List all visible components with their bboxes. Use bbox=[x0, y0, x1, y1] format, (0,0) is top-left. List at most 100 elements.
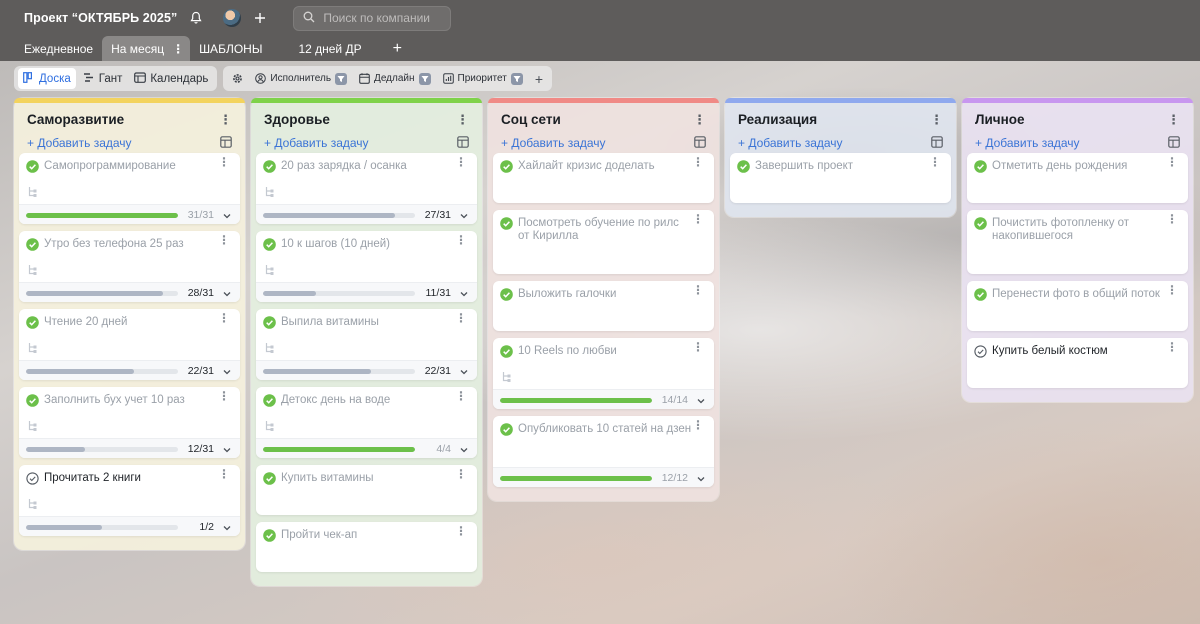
project-title[interactable]: Проект “ОКТЯБРЬ 2025” bbox=[24, 11, 177, 25]
completed-check-icon[interactable] bbox=[500, 160, 513, 173]
view-board[interactable]: Доска bbox=[18, 68, 76, 89]
task-card[interactable]: Купить витамины ⋮ bbox=[256, 465, 477, 515]
column-menu-icon[interactable]: ⋮ bbox=[456, 113, 469, 126]
completed-check-icon[interactable] bbox=[26, 316, 39, 329]
add-task-button[interactable]: + Добавить задачу bbox=[501, 136, 606, 150]
task-card[interactable]: Хайлайт кризис доделать ⋮ bbox=[493, 153, 714, 203]
tab-daily[interactable]: Ежедневное bbox=[15, 36, 102, 61]
task-menu-icon[interactable]: ⋮ bbox=[455, 525, 467, 537]
task-card[interactable]: 10 Reels по любви ⋮ 14/14 bbox=[493, 338, 714, 409]
completed-check-icon[interactable] bbox=[500, 345, 513, 358]
task-menu-icon[interactable]: ⋮ bbox=[455, 468, 467, 480]
task-menu-icon[interactable]: ⋮ bbox=[455, 156, 467, 168]
task-card[interactable]: Перенести фото в общий поток ⋮ bbox=[967, 281, 1188, 331]
completed-check-icon[interactable] bbox=[263, 238, 276, 251]
task-menu-icon[interactable]: ⋮ bbox=[218, 156, 230, 168]
column-title[interactable]: Личное bbox=[975, 112, 1180, 127]
filter-priority[interactable]: Приоритет bbox=[438, 68, 528, 89]
task-card[interactable]: Чтение 20 дней ⋮ 22/31 bbox=[19, 309, 240, 380]
task-card[interactable]: 10 к шагов (10 дней) ⋮ 11/31 bbox=[256, 231, 477, 302]
task-menu-icon[interactable]: ⋮ bbox=[1166, 156, 1178, 168]
task-menu-icon[interactable]: ⋮ bbox=[692, 419, 704, 431]
tab-menu-icon[interactable]: ⋮ bbox=[172, 42, 184, 56]
task-menu-icon[interactable]: ⋮ bbox=[692, 284, 704, 296]
task-card[interactable]: Почистить фотопленку от накопившегося ⋮ bbox=[967, 210, 1188, 274]
task-menu-icon[interactable]: ⋮ bbox=[455, 390, 467, 402]
template-icon[interactable] bbox=[694, 136, 706, 148]
task-card[interactable]: Утро без телефона 25 раз ⋮ 28/31 bbox=[19, 231, 240, 302]
completed-check-icon[interactable] bbox=[263, 472, 276, 485]
completed-check-icon[interactable] bbox=[974, 160, 987, 173]
task-menu-icon[interactable]: ⋮ bbox=[455, 234, 467, 246]
task-card[interactable]: Посмотреть обучение по рилс от Кирилла ⋮ bbox=[493, 210, 714, 274]
chevron-down-icon[interactable] bbox=[222, 288, 232, 298]
column-title[interactable]: Реализация bbox=[738, 112, 943, 127]
chevron-down-icon[interactable] bbox=[459, 288, 469, 298]
task-card[interactable]: Заполнить бух учет 10 раз ⋮ 12/31 bbox=[19, 387, 240, 458]
filter-assignee[interactable]: Исполнитель bbox=[250, 68, 352, 89]
template-icon[interactable] bbox=[457, 136, 469, 148]
completed-check-icon[interactable] bbox=[500, 288, 513, 301]
task-card[interactable]: Пройти чек-ап ⋮ bbox=[256, 522, 477, 572]
task-card[interactable]: Купить белый костюм ⋮ bbox=[967, 338, 1188, 388]
chevron-down-icon[interactable] bbox=[696, 473, 706, 483]
chevron-down-icon[interactable] bbox=[222, 366, 232, 376]
completed-check-icon[interactable] bbox=[974, 217, 987, 230]
task-menu-icon[interactable]: ⋮ bbox=[1166, 341, 1178, 353]
column-title[interactable]: Здоровье bbox=[264, 112, 469, 127]
completed-check-icon[interactable] bbox=[500, 217, 513, 230]
tab-monthly[interactable]: На месяц ⋮ bbox=[102, 36, 191, 61]
chevron-down-icon[interactable] bbox=[222, 210, 232, 220]
completed-check-icon[interactable] bbox=[737, 160, 750, 173]
task-menu-icon[interactable]: ⋮ bbox=[692, 341, 704, 353]
search-input[interactable] bbox=[323, 11, 444, 25]
task-card[interactable]: Прочитать 2 книги ⋮ 1/2 bbox=[19, 465, 240, 536]
task-menu-icon[interactable]: ⋮ bbox=[218, 234, 230, 246]
task-menu-icon[interactable]: ⋮ bbox=[455, 312, 467, 324]
completed-check-icon[interactable] bbox=[263, 316, 276, 329]
avatar[interactable] bbox=[223, 9, 242, 27]
completed-check-icon[interactable] bbox=[263, 529, 276, 542]
task-menu-icon[interactable]: ⋮ bbox=[692, 213, 704, 225]
task-menu-icon[interactable]: ⋮ bbox=[218, 390, 230, 402]
task-card[interactable]: Завершить проект ⋮ bbox=[730, 153, 951, 203]
board-settings-button[interactable] bbox=[227, 68, 248, 89]
add-task-button[interactable]: + Добавить задачу bbox=[738, 136, 843, 150]
chevron-down-icon[interactable] bbox=[222, 444, 232, 454]
task-menu-icon[interactable]: ⋮ bbox=[218, 468, 230, 480]
add-tab-plus-icon[interactable]: + bbox=[393, 36, 402, 61]
task-menu-icon[interactable]: ⋮ bbox=[1166, 213, 1178, 225]
add-task-button[interactable]: + Добавить задачу bbox=[975, 136, 1080, 150]
completed-check-icon[interactable] bbox=[974, 288, 987, 301]
column-title[interactable]: Саморазвитие bbox=[27, 112, 232, 127]
task-card[interactable]: Выпила витамины ⋮ 22/31 bbox=[256, 309, 477, 380]
view-calendar[interactable]: Календарь bbox=[129, 68, 213, 89]
add-member-plus-icon[interactable] bbox=[253, 11, 267, 25]
bell-icon[interactable] bbox=[189, 11, 203, 25]
task-menu-icon[interactable]: ⋮ bbox=[218, 312, 230, 324]
template-icon[interactable] bbox=[931, 136, 943, 148]
view-gantt[interactable]: Гант bbox=[78, 68, 128, 89]
task-card[interactable]: Опубликовать 10 статей на дзен ⋮ 12/12 bbox=[493, 416, 714, 487]
tab-12-days[interactable]: 12 дней ДР bbox=[289, 36, 370, 61]
task-menu-icon[interactable]: ⋮ bbox=[692, 156, 704, 168]
chevron-down-icon[interactable] bbox=[222, 522, 232, 532]
add-task-button[interactable]: + Добавить задачу bbox=[264, 136, 369, 150]
add-task-button[interactable]: + Добавить задачу bbox=[27, 136, 132, 150]
template-icon[interactable] bbox=[220, 136, 232, 148]
task-card[interactable]: 20 раз зарядка / осанка ⋮ 27/31 bbox=[256, 153, 477, 224]
task-card[interactable]: Выложить галочки ⋮ bbox=[493, 281, 714, 331]
completed-check-icon[interactable] bbox=[263, 160, 276, 173]
task-menu-icon[interactable]: ⋮ bbox=[929, 156, 941, 168]
task-card[interactable]: Детокс день на воде ⋮ 4/4 bbox=[256, 387, 477, 458]
completed-check-icon[interactable] bbox=[26, 394, 39, 407]
completed-check-icon[interactable] bbox=[263, 394, 276, 407]
task-menu-icon[interactable]: ⋮ bbox=[1166, 284, 1178, 296]
chevron-down-icon[interactable] bbox=[459, 210, 469, 220]
task-card[interactable]: Самопрограммирование ⋮ 31/31 bbox=[19, 153, 240, 224]
company-search[interactable] bbox=[293, 5, 452, 31]
task-card[interactable]: Отметить день рождения ⋮ bbox=[967, 153, 1188, 203]
column-menu-icon[interactable]: ⋮ bbox=[1167, 113, 1180, 126]
completed-check-icon[interactable] bbox=[26, 160, 39, 173]
chevron-down-icon[interactable] bbox=[696, 395, 706, 405]
